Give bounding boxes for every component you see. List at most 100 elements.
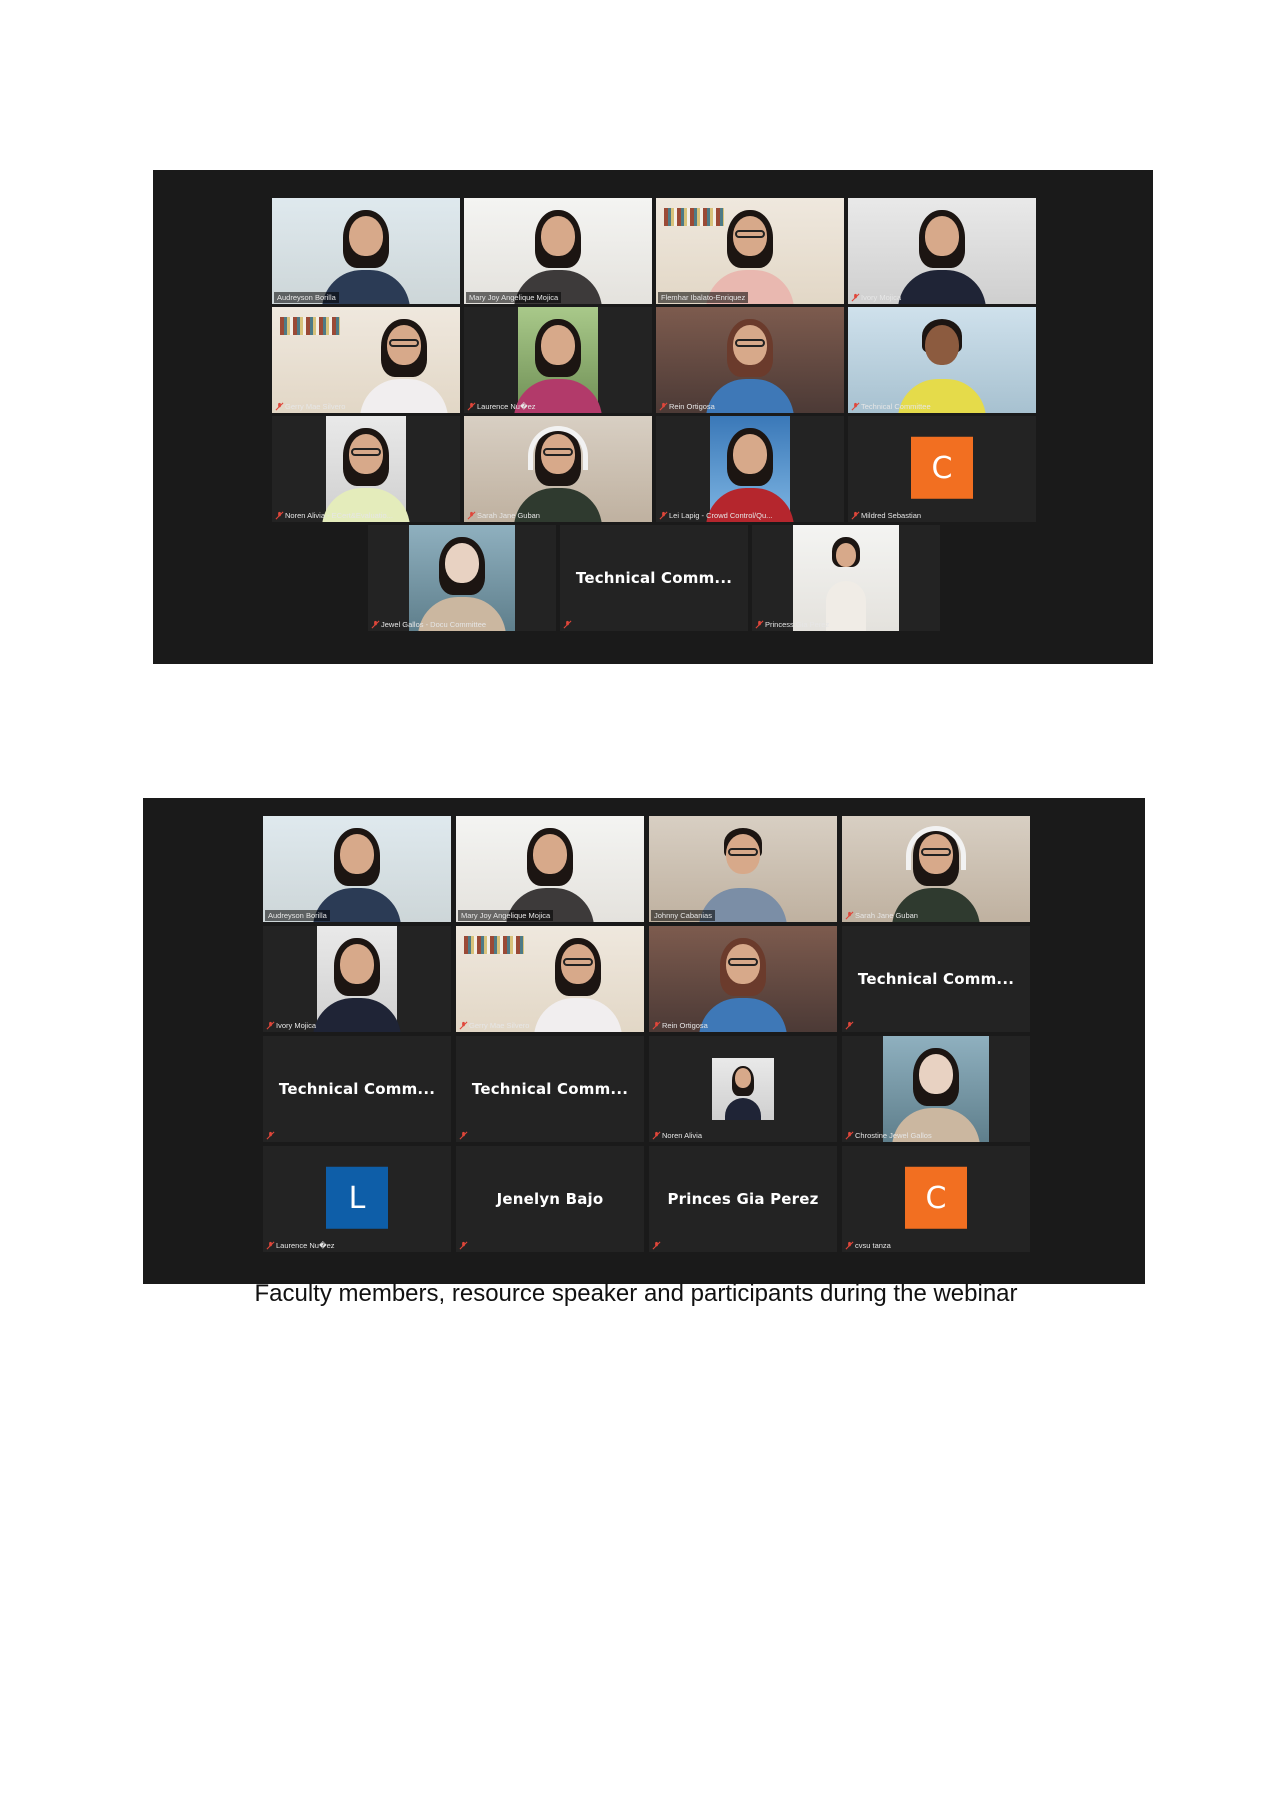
participant-tile[interactable]: L Laurence Nu�ez: [263, 1146, 451, 1252]
participant-tile[interactable]: Technical Comm...: [560, 525, 748, 631]
participant-tile[interactable]: Ivory Mojica: [263, 926, 451, 1032]
muted-mic-icon: [851, 511, 860, 520]
participant-video: [883, 1036, 989, 1142]
muted-mic-icon: [459, 1131, 468, 1140]
participant-video: [456, 926, 644, 1032]
participant-tile[interactable]: Chrostine Jewel Gallos: [842, 1036, 1030, 1142]
participant-video: [263, 816, 451, 922]
muted-mic-icon: [845, 1021, 854, 1030]
participant-video: [848, 307, 1036, 413]
participant-video: [656, 307, 844, 413]
muted-mic-icon: [652, 1131, 661, 1140]
meeting-screenshot-1: Audreyson Borilla Mary Joy Angelique Moj…: [153, 170, 1153, 664]
participant-name: Mary Joy Angelique Mojica: [466, 292, 562, 303]
participant-tile[interactable]: Ivory Mojica: [848, 198, 1036, 304]
participant-video: [712, 1058, 774, 1120]
participant-name: Audreyson Borilla: [265, 910, 330, 921]
participant-video: [409, 525, 515, 631]
muted-mic-icon: [652, 1021, 661, 1030]
participant-name: Lei Lapig - Crowd Control/Qu...: [669, 511, 773, 520]
participant-video: [649, 926, 837, 1032]
participant-tile[interactable]: Laurence Nu�ez: [464, 307, 652, 413]
participant-name: Audreyson Borilla: [274, 292, 339, 303]
participant-name: Flemhar Ibalato-Enriquez: [658, 292, 749, 303]
participant-tile[interactable]: Jenelyn Bajo: [456, 1146, 644, 1252]
figure-caption: Faculty members, resource speaker and pa…: [254, 1280, 1018, 1307]
participant-tile-active-speaker[interactable]: Mary Joy Angelique Mojica: [456, 816, 644, 922]
muted-mic-icon: [266, 1241, 275, 1250]
avatar: C: [911, 436, 973, 499]
muted-mic-icon: [467, 402, 476, 411]
participant-tile[interactable]: Rein Ortigosa: [649, 926, 837, 1032]
participant-tile[interactable]: C Mildred Sebastian: [848, 416, 1036, 522]
participant-tile[interactable]: Technical Committee: [848, 307, 1036, 413]
participant-name-label: Jenelyn Bajo: [496, 1190, 604, 1208]
muted-mic-icon: [266, 1021, 275, 1030]
muted-mic-icon: [459, 1021, 468, 1030]
participant-tile-active-speaker[interactable]: Mary Joy Angelique Mojica: [464, 198, 652, 304]
participant-video: [464, 198, 652, 304]
meeting-screenshot-2: Audreyson Borilla Mary Joy Angelique Moj…: [143, 798, 1145, 1284]
participant-video: [793, 525, 899, 631]
participant-tile[interactable]: Audreyson Borilla: [263, 816, 451, 922]
participant-tile[interactable]: Johnny Cabanias: [649, 816, 837, 922]
participant-name-label: Princes Gia Perez: [667, 1190, 819, 1208]
participant-tile[interactable]: Flemhar Ibalato-Enriquez: [656, 198, 844, 304]
participant-name-label: Technical Comm...: [857, 970, 1015, 988]
muted-mic-icon: [851, 402, 860, 411]
participant-tile[interactable]: C cvsu tanza: [842, 1146, 1030, 1252]
participant-name-label: Technical Comm...: [575, 569, 733, 587]
muted-mic-icon: [563, 620, 572, 629]
participant-video: [848, 198, 1036, 304]
muted-mic-icon: [266, 1131, 275, 1140]
participant-video: [272, 307, 460, 413]
muted-mic-icon: [659, 402, 668, 411]
participant-video: [322, 416, 410, 522]
participant-tile[interactable]: Princes Gia Perez: [649, 1146, 837, 1252]
muted-mic-icon: [467, 511, 476, 520]
participant-tile[interactable]: Gerry Mae Silvero: [272, 307, 460, 413]
participant-tile[interactable]: Audreyson Borilla: [272, 198, 460, 304]
avatar: L: [326, 1166, 388, 1229]
avatar: C: [905, 1166, 967, 1229]
participant-video: [272, 198, 460, 304]
muted-mic-icon: [845, 1241, 854, 1250]
participant-name-label: Technical Comm...: [471, 1080, 629, 1098]
participant-name: Jewel Gallos - Docu Committee: [381, 620, 487, 629]
participant-name: Chrostine Jewel Gallos: [855, 1131, 932, 1140]
muted-mic-icon: [845, 1131, 854, 1140]
participant-video: [456, 816, 644, 922]
participant-video: [706, 416, 794, 522]
participant-video: [313, 926, 401, 1032]
participant-name: Mary Joy Angelique Mojica: [458, 910, 554, 921]
participant-name-label: Technical Comm...: [278, 1080, 436, 1098]
muted-mic-icon: [652, 1241, 661, 1250]
participant-tile[interactable]: Sarah Jane Guban: [464, 416, 652, 522]
participant-tile[interactable]: Gerry Mae Silvero: [456, 926, 644, 1032]
muted-mic-icon: [659, 511, 668, 520]
participant-tile[interactable]: Noren Alivia - ECert&Evaluatio...: [272, 416, 460, 522]
participant-name: Johnny Cabanias: [651, 910, 715, 921]
participant-tile[interactable]: Technical Comm...: [263, 1036, 451, 1142]
muted-mic-icon: [851, 293, 860, 302]
participant-name: Princess Gia Perez: [765, 620, 830, 629]
participant-video: [514, 307, 602, 413]
participant-name: Noren Alivia - ECert&Evaluatio...: [285, 511, 393, 520]
muted-mic-icon: [275, 402, 284, 411]
participant-tile[interactable]: Sarah Jane Guban: [842, 816, 1030, 922]
participant-video: [842, 816, 1030, 922]
participant-tile[interactable]: Lei Lapig - Crowd Control/Qu...: [656, 416, 844, 522]
participant-video: [464, 416, 652, 522]
participant-video: [649, 816, 837, 922]
muted-mic-icon: [459, 1241, 468, 1250]
muted-mic-icon: [275, 511, 284, 520]
participant-tile[interactable]: Jewel Gallos - Docu Committee: [368, 525, 556, 631]
participant-video: [656, 198, 844, 304]
participant-tile[interactable]: Princess Gia Perez: [752, 525, 940, 631]
muted-mic-icon: [371, 620, 380, 629]
participant-tile[interactable]: Technical Comm...: [842, 926, 1030, 1032]
participant-tile[interactable]: Rein Ortigosa: [656, 307, 844, 413]
participant-tile[interactable]: Noren Alivia: [649, 1036, 837, 1142]
participant-tile[interactable]: Technical Comm...: [456, 1036, 644, 1142]
muted-mic-icon: [845, 911, 854, 920]
